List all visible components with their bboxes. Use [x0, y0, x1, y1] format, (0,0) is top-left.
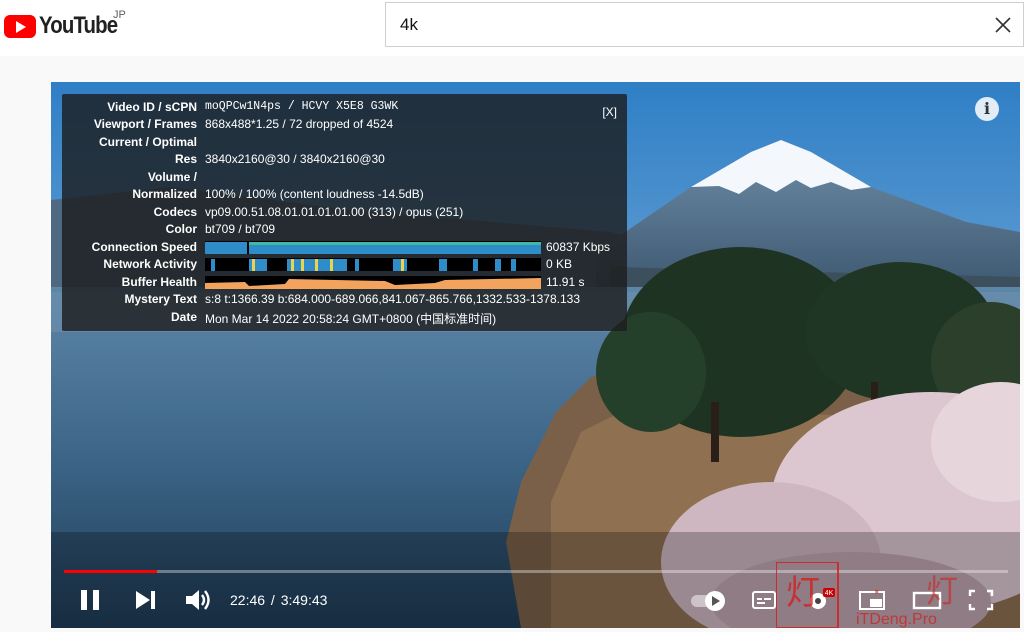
svg-text:·: ·: [872, 575, 882, 610]
stat-value: 3840x2160@30 / 3840x2160@30: [205, 152, 385, 166]
stat-label: Connection Speed: [91, 240, 197, 254]
region-code: JP: [113, 9, 126, 21]
stat-label: Res: [174, 152, 197, 166]
info-icon[interactable]: i: [975, 97, 999, 121]
duration: 3:49:43: [280, 592, 328, 608]
youtube-play-icon: [4, 14, 36, 38]
stat-row-network-activity: Network Activity 0 KB: [62, 256, 627, 273]
stat-row-mystery-text: Mystery Text s:8 t:1366.39 b:684.000-689…: [62, 291, 627, 308]
stat-label: Video ID / sCPN: [107, 100, 197, 114]
connection-speed-graph: [205, 241, 541, 254]
stat-row-res: Res 3840x2160@30 / 3840x2160@30: [62, 151, 627, 168]
autoplay-toggle-icon[interactable]: [689, 584, 731, 616]
stat-value: vp09.00.51.08.01.01.01.01.00 (313) / opu…: [205, 205, 464, 219]
svg-text:灯: 灯: [786, 573, 820, 613]
stat-label: Current / Optimal: [98, 135, 197, 149]
stat-label: Mystery Text: [124, 292, 197, 306]
stat-row-color: Color bt709 / bt709: [62, 221, 627, 238]
close-icon[interactable]: [993, 15, 1013, 35]
video-player[interactable]: [X] Video ID / sCPN moQPCw1N4ps / HCVY X…: [51, 82, 1020, 628]
search-input[interactable]: [400, 15, 960, 35]
buffer-health-graph: [205, 276, 541, 289]
stat-value: bt709 / bt709: [205, 222, 276, 236]
stat-label: Normalized: [132, 187, 197, 201]
stat-value: 0 KB: [546, 257, 573, 271]
stat-label: Color: [165, 222, 197, 236]
stat-value: s:8 t:1366.39 b:684.000-689.066,841.067-…: [205, 292, 580, 306]
subtitles-icon[interactable]: [751, 584, 777, 616]
watermark-logo: 灯 · 灯 iTDeng.Pro: [776, 562, 958, 628]
stat-label: Buffer Health: [121, 275, 197, 289]
search-box[interactable]: [385, 2, 1024, 47]
stat-row-volume: Volume /: [62, 169, 627, 186]
stat-row-buffer-health: Buffer Health 11.91 s: [62, 274, 627, 291]
stat-label: Network Activity: [103, 257, 197, 271]
stat-row-video-id: Video ID / sCPN moQPCw1N4ps / HCVY X5E8 …: [62, 99, 627, 116]
masthead: YouTube JP: [0, 0, 1024, 56]
volume-icon[interactable]: [183, 584, 213, 616]
current-time: 22:46: [230, 592, 266, 608]
stat-value: 100% / 100% (content loudness -14.5dB): [205, 187, 424, 201]
stat-value: 868x488*1.25 / 72 dropped of 4524: [205, 117, 394, 131]
network-activity-graph: [205, 258, 541, 271]
stat-value: moQPCw1N4ps / HCVY X5E8 G3WK: [205, 100, 399, 113]
stat-label: Codecs: [153, 205, 197, 219]
stat-label: Date: [170, 310, 197, 324]
stat-row-normalized: Normalized 100% / 100% (content loudness…: [62, 186, 627, 203]
youtube-logo[interactable]: YouTube JP: [4, 9, 131, 40]
stat-value: Mon Mar 14 2022 20:58:24 GMT+0800 (中国标准时…: [205, 312, 497, 326]
stats-for-nerds-panel: [X] Video ID / sCPN moQPCw1N4ps / HCVY X…: [62, 94, 627, 331]
stat-row-codecs: Codecs vp09.00.51.08.01.01.01.01.00 (313…: [62, 204, 627, 221]
stat-row-viewport: Viewport / Frames 868x488*1.25 / 72 drop…: [62, 116, 627, 133]
stat-row-date: Date Mon Mar 14 2022 20:58:24 GMT+0800 (…: [62, 309, 627, 326]
time-display: 22:46 / 3:49:43: [230, 592, 328, 608]
pause-icon[interactable]: [77, 584, 105, 616]
logo-text: YouTube: [39, 12, 118, 39]
watermark-domain: iTDeng.Pro: [856, 611, 937, 628]
stat-row-current-optimal: Current / Optimal: [62, 134, 627, 151]
stat-label: Viewport / Frames: [93, 117, 197, 131]
next-icon[interactable]: [133, 584, 159, 616]
stat-value: 11.91 s: [546, 275, 585, 289]
svg-text:灯: 灯: [926, 572, 958, 610]
progress-played: [64, 570, 158, 573]
stat-row-connection-speed: Connection Speed 60837 Kbps: [62, 239, 627, 256]
stat-value: 60837 Kbps: [546, 240, 611, 254]
stat-label: Volume /: [147, 170, 197, 184]
